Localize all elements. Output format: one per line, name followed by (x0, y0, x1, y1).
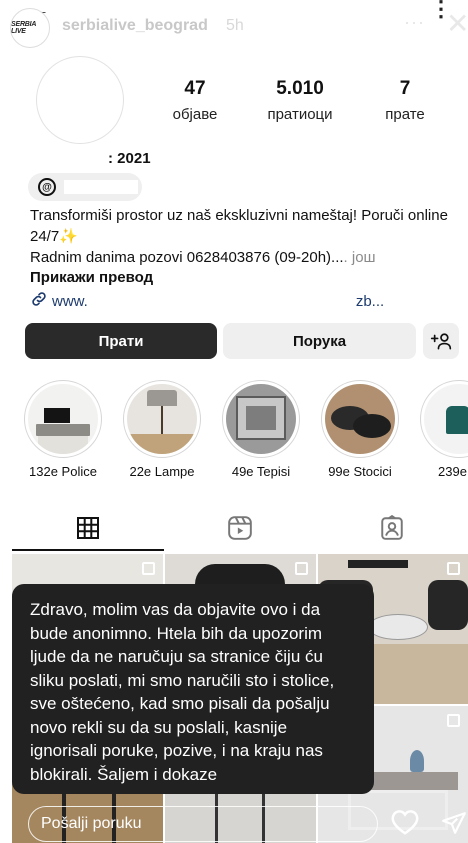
highlight-police[interactable]: 132e Police (23, 380, 103, 479)
highlight-lampe[interactable]: 22e Lampe (122, 380, 202, 479)
follow-button[interactable]: Прати (25, 323, 217, 359)
carousel-icon (295, 562, 308, 575)
highlight-tepisi[interactable]: 49e Tepisi (221, 380, 301, 479)
highlight-stocici[interactable]: 99e Stocici (320, 380, 400, 479)
threads-badge[interactable]: @ (28, 173, 142, 201)
highlight-label: 49e Tepisi (231, 464, 291, 479)
tab-reels[interactable] (164, 505, 316, 551)
bio-line-2-text: Radnim danima pozovi 0628403876 (09-20h)… (30, 249, 344, 266)
highlight-label: 239e R (438, 464, 468, 479)
following-count: 7 (399, 78, 411, 99)
profile-tabs (12, 505, 468, 551)
close-icon[interactable]: ✕ (446, 10, 468, 38)
profile-link[interactable]: www. zb... (30, 290, 384, 313)
story-username[interactable]: serbialive_beograd (62, 17, 208, 35)
avatar-logo-text: SERBIA LIVE (11, 21, 36, 35)
tab-grid[interactable] (12, 505, 164, 551)
grid-icon (77, 517, 99, 539)
followers-stat[interactable]: 5.010 пратиоци (245, 78, 355, 123)
story-header: ← SERBIA LIVE serbialive_beograd 5h ⋮ ··… (0, 0, 468, 56)
active-tab-indicator (12, 549, 164, 551)
highlight-r[interactable]: 239e R (419, 380, 468, 479)
followers-label: пратиоци (267, 106, 333, 123)
link-text-start: www. (52, 293, 88, 310)
link-icon (30, 290, 48, 313)
profile-since: : 2021 (30, 149, 151, 167)
posts-label: објаве (172, 106, 218, 123)
add-person-button[interactable] (423, 323, 459, 359)
see-translation-link[interactable]: Прикажи превод (30, 269, 153, 286)
highlight-label: 132e Police (29, 464, 97, 479)
tagged-icon (381, 515, 403, 540)
highlight-label: 99e Stocici (328, 464, 392, 479)
following-label: прате (385, 106, 425, 123)
story-avatar[interactable]: SERBIA LIVE (10, 8, 50, 48)
send-message-input[interactable]: Pošalji poruku (28, 806, 378, 842)
posts-count: 47 (184, 78, 206, 99)
bio-more-link[interactable]: . још (344, 249, 376, 266)
send-message-placeholder: Pošalji poruku (41, 815, 142, 832)
story-progress-bar (12, 4, 456, 6)
story-timestamp: 5h (226, 17, 244, 34)
link-text-end: zb... (355, 293, 385, 310)
story-text-overlay: Zdravo, molim vas da objavite ovo i da b… (12, 584, 374, 794)
more-options-icon[interactable]: ··· (404, 12, 425, 33)
profile-picture[interactable] (36, 56, 124, 144)
message-button[interactable]: Порука (223, 323, 416, 359)
carousel-icon (142, 562, 155, 575)
followers-count: 5.010 (276, 78, 324, 99)
tab-tagged[interactable] (316, 505, 468, 551)
bio-line-1: Transformiši prostor uz naš ekskluzivni … (30, 207, 448, 245)
profile-bio: Transformiši prostor uz naš ekskluzivni … (30, 205, 450, 268)
add-person-icon (430, 333, 452, 350)
following-stat[interactable]: 7 прате (350, 78, 460, 123)
like-heart-icon[interactable] (390, 808, 420, 841)
bio-line-2: Radnim danima pozovi 0628403876 (09-20h)… (30, 247, 450, 268)
carousel-icon (447, 714, 460, 727)
threads-icon: @ (38, 178, 56, 196)
highlight-label: 22e Lampe (129, 464, 195, 479)
send-icon[interactable] (440, 810, 468, 841)
reels-icon (228, 516, 252, 540)
posts-stat[interactable]: 47 објаве (140, 78, 250, 123)
carousel-icon (447, 562, 460, 575)
since-year: : 2021 (108, 150, 151, 167)
